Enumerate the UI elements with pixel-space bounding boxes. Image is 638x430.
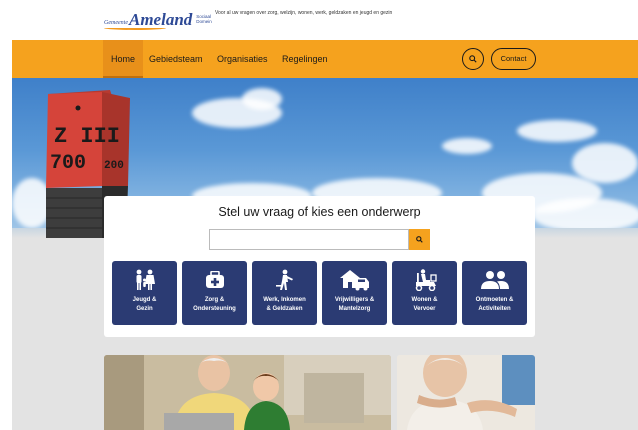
search-input[interactable] bbox=[209, 229, 409, 250]
nav-item-home[interactable]: Home bbox=[103, 40, 143, 78]
nav-item-regelingen[interactable]: Regelingen bbox=[282, 40, 328, 78]
topic-label-line1: Vrijwilligers & bbox=[334, 297, 375, 303]
contact-button[interactable]: Contact bbox=[491, 48, 536, 70]
topic-label-line2: Mantelzorg bbox=[338, 306, 371, 312]
topic-jeugd-gezin[interactable]: Jeugd & Gezin bbox=[112, 261, 177, 325]
nav-item-gebiedsteam[interactable]: Gebiedsteam bbox=[149, 40, 203, 78]
cloud bbox=[242, 88, 282, 110]
topic-label-line2: Ondersteuning bbox=[193, 306, 236, 312]
post-side-text: 200 bbox=[104, 160, 124, 172]
post-text-line2: 700 bbox=[50, 152, 86, 175]
topic-label-line2: Activiteiten bbox=[478, 306, 511, 312]
topic-wonen-vervoer[interactable]: Wonen & Vervoer bbox=[392, 261, 457, 325]
topic-label-line1: Wonen & bbox=[411, 297, 438, 303]
post-text-line1: Z III bbox=[54, 124, 120, 149]
search-submit-button[interactable] bbox=[409, 229, 430, 250]
topic-label-line2: & Geldzaken bbox=[266, 306, 303, 312]
logo-swoosh bbox=[104, 26, 166, 30]
search-icon bbox=[416, 236, 423, 243]
first-aid-kit-icon bbox=[205, 271, 224, 288]
people-icon bbox=[480, 271, 509, 289]
topic-label-line2: Gezin bbox=[136, 306, 153, 312]
nav-item-organisaties[interactable]: Organisaties bbox=[217, 40, 268, 78]
search-title: Stel uw vraag of kies een onderwerp bbox=[218, 205, 421, 219]
house-car-icon bbox=[339, 270, 369, 291]
topic-zorg-ondersteuning[interactable]: Zorg & Ondersteuning bbox=[182, 261, 247, 325]
worker-icon bbox=[275, 269, 293, 290]
topic-label-line2: Vervoer bbox=[413, 306, 436, 312]
search-card: Stel uw vraag of kies een onderwerp Jeug… bbox=[104, 196, 535, 337]
ameland-logo[interactable]: Gemeente Ameland Sociaal Domein bbox=[104, 7, 218, 31]
topic-label-line1: Werk, Inkomen bbox=[263, 297, 306, 303]
cloud bbox=[517, 120, 597, 142]
search-icon bbox=[469, 55, 477, 63]
topic-label-line1: Ontmoeten & bbox=[475, 297, 514, 303]
page: Gemeente Ameland Sociaal Domein Voor al … bbox=[0, 0, 638, 430]
tagline: Voor al uw vragen over zorg, welzijn, wo… bbox=[215, 10, 393, 16]
cloud bbox=[572, 143, 638, 183]
caring-hands-photo[interactable] bbox=[397, 355, 535, 430]
cloud bbox=[442, 138, 492, 154]
mobility-scooter-icon bbox=[415, 269, 437, 291]
topic-werk-inkomen[interactable]: Werk, Inkomen & Geldzaken bbox=[252, 261, 317, 325]
topic-ontmoeten-activiteiten[interactable]: Ontmoeten & Activiteiten bbox=[462, 261, 527, 325]
cloud bbox=[532, 198, 638, 232]
grandparent-child-photo[interactable] bbox=[104, 355, 391, 430]
photo-illustration bbox=[397, 355, 535, 430]
site-header: Gemeente Ameland Sociaal Domein Voor al … bbox=[0, 0, 638, 40]
photo-illustration bbox=[104, 355, 391, 430]
family-icon bbox=[136, 269, 155, 290]
topic-label-line1: Zorg & bbox=[204, 297, 225, 303]
topic-tiles: Jeugd & Gezin Zorg & Ondersteuning Werk,… bbox=[112, 261, 528, 325]
topic-vrijwilligers-mantelzorg[interactable]: Vrijwilligers & Mantelzorg bbox=[322, 261, 387, 325]
nav-search-button[interactable] bbox=[462, 48, 484, 70]
topic-label-line1: Jeugd & bbox=[132, 297, 157, 303]
